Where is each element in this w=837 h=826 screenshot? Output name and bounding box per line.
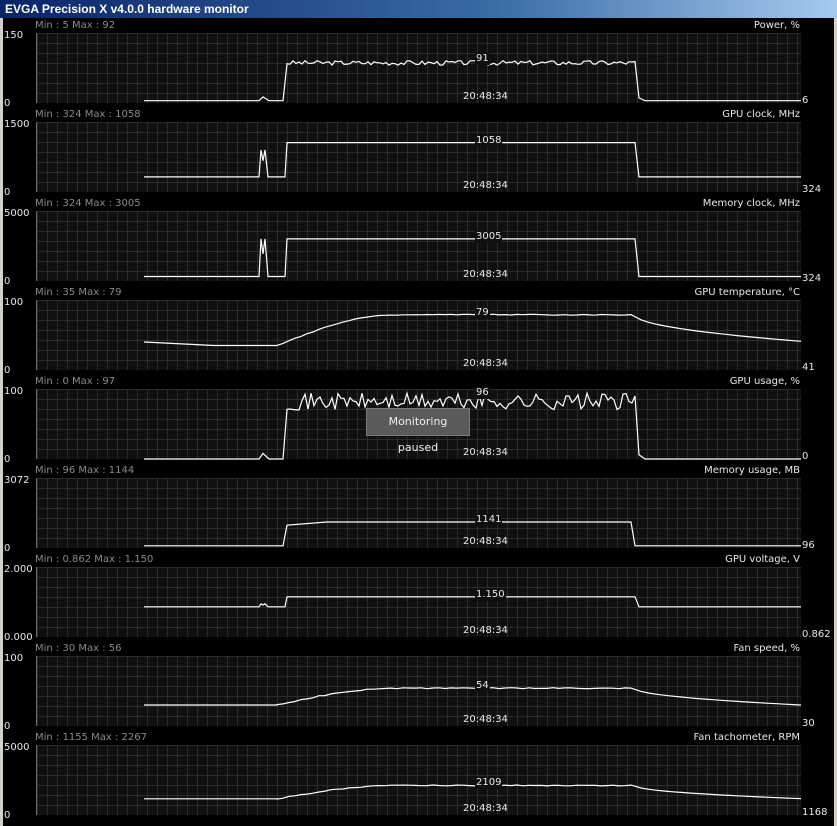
y-axis-max-label: 5000 — [4, 208, 30, 219]
peak-value-label: 3005 — [475, 230, 503, 243]
graph-plot: 2109 20:48:34 — [36, 745, 802, 815]
current-value-label: 324 — [802, 273, 822, 284]
series-line — [143, 313, 802, 347]
graph-plot: 1141 20:48:34 — [36, 478, 801, 548]
graph-panel-fan-speed[interactable]: Min : 30 Max : 56 Fan speed, % 54 20:48:34 1… — [3, 641, 834, 732]
series-line — [144, 687, 802, 706]
graph-panel-gpu-temp[interactable]: Min : 35 Max : 79 GPU temperature, °C 79 20… — [3, 285, 834, 376]
series-line — [144, 596, 801, 608]
monitoring-paused-tooltip: Monitoring paused — [366, 408, 470, 454]
current-value-label: 96 — [802, 540, 815, 551]
min-max-label: Min : 324 Max : 3005 — [35, 198, 141, 209]
graph-panel-gpu-clock[interactable]: Min : 324 Max : 1058 GPU clock, MHz 1058 20… — [3, 107, 834, 198]
min-max-label: Min : 1155 Max : 2267 — [35, 732, 147, 743]
series-line — [144, 142, 801, 178]
title-bar[interactable]: EVGA Precision X v4.0.0 hardware monitor — [0, 0, 837, 18]
graph-panel-gpu-voltage[interactable]: Min : 0.862 Max : 1.150 GPU voltage, V 1.1… — [3, 552, 834, 643]
graph-plot: 91 20:48:34 — [36, 33, 801, 103]
graph-panel-fan-tach[interactable]: Min : 1155 Max : 2267 Fan tachometer, RPM… — [3, 730, 834, 821]
y-axis-max-label: 100 — [4, 297, 24, 308]
graph-title: Fan speed, % — [733, 643, 800, 654]
graph-plot: 3005 20:48:34 — [36, 211, 801, 281]
time-label: 20:48:34 — [463, 180, 508, 191]
y-axis-max-label: 150 — [4, 30, 24, 41]
graph-title: Memory clock, MHz — [702, 198, 800, 209]
graph-plot: 54 20:48:34 — [36, 656, 802, 726]
current-value-label: 0.862 — [802, 629, 831, 640]
window-title: EVGA Precision X v4.0.0 hardware monitor — [5, 2, 249, 16]
current-value-label: 30 — [802, 718, 815, 729]
min-max-label: Min : 324 Max : 1058 — [35, 109, 141, 120]
graph-panel-memory-clock[interactable]: Min : 324 Max : 3005 Memory clock, MHz 300… — [3, 196, 834, 287]
time-label: 20:48:34 — [463, 625, 508, 636]
y-axis-max-label: 100 — [4, 386, 24, 397]
graph-title: GPU temperature, °C — [694, 287, 800, 298]
graph-plot: 1058 20:48:34 — [36, 122, 801, 192]
graph-plot: 79 20:48:34 — [36, 300, 802, 370]
graph-title: Fan tachometer, RPM — [693, 732, 800, 743]
y-axis-min-label: 0 — [4, 810, 11, 821]
y-axis-max-label: 3072 — [4, 475, 30, 486]
graph-panel-power[interactable]: Min : 5 Max : 92 Power, % 91 20:48:34 150 0 6 — [3, 18, 834, 109]
peak-value-label: 1058 — [475, 134, 503, 147]
peak-value-label: 1141 — [475, 514, 503, 526]
peak-value-label: 91 — [475, 52, 490, 65]
min-max-label: Min : 5 Max : 92 — [35, 20, 116, 31]
peak-value-label: 79 — [475, 306, 490, 319]
time-label: 20:48:34 — [463, 91, 508, 102]
graph-title: GPU voltage, V — [725, 554, 800, 565]
graph-plot: 1.150 20:48:34 — [36, 567, 801, 637]
hardware-monitor-window: EVGA Precision X v4.0.0 hardware monitor… — [0, 0, 837, 826]
current-value-label: 41 — [802, 362, 815, 373]
graphs-area[interactable]: Min : 5 Max : 92 Power, % 91 20:48:34 150 0 6 M… — [3, 18, 834, 826]
min-max-label: Min : 30 Max : 56 — [35, 643, 122, 654]
current-value-label: 324 — [802, 184, 822, 195]
peak-value-label: 54 — [475, 680, 490, 693]
graph-panel-memory-usage[interactable]: Min : 96 Max : 1144 Memory usage, MB 1141 2… — [3, 463, 834, 554]
time-label: 20:48:34 — [463, 358, 508, 369]
current-value-label: 0 — [802, 451, 809, 462]
y-axis-max-label: 2.000 — [4, 564, 33, 575]
peak-value-label: 96 — [475, 387, 490, 399]
graph-title: Power, % — [753, 20, 800, 31]
min-max-label: Min : 96 Max : 1144 — [35, 465, 135, 476]
y-axis-max-label: 100 — [4, 653, 24, 664]
peak-value-label: 1.150 — [475, 588, 506, 601]
graph-title: GPU clock, MHz — [722, 109, 800, 120]
current-value-label: 1168 — [802, 807, 828, 818]
time-label: 20:48:34 — [463, 714, 508, 725]
min-max-label: Min : 0.862 Max : 1.150 — [35, 554, 154, 565]
time-label: 20:48:34 — [463, 536, 508, 547]
time-label: 20:48:34 — [463, 447, 508, 458]
series-line — [144, 784, 802, 800]
y-axis-max-label: 5000 — [4, 742, 30, 753]
time-label: 20:48:34 — [463, 803, 508, 814]
graph-title: Memory usage, MB — [704, 465, 800, 476]
peak-value-label: 2109 — [475, 777, 503, 790]
graph-title: GPU usage, % — [729, 376, 800, 387]
min-max-label: Min : 0 Max : 97 — [35, 376, 116, 387]
min-max-label: Min : 35 Max : 79 — [35, 287, 122, 298]
time-label: 20:48:34 — [463, 269, 508, 280]
current-value-label: 6 — [802, 95, 809, 106]
y-axis-max-label: 1500 — [4, 119, 30, 130]
